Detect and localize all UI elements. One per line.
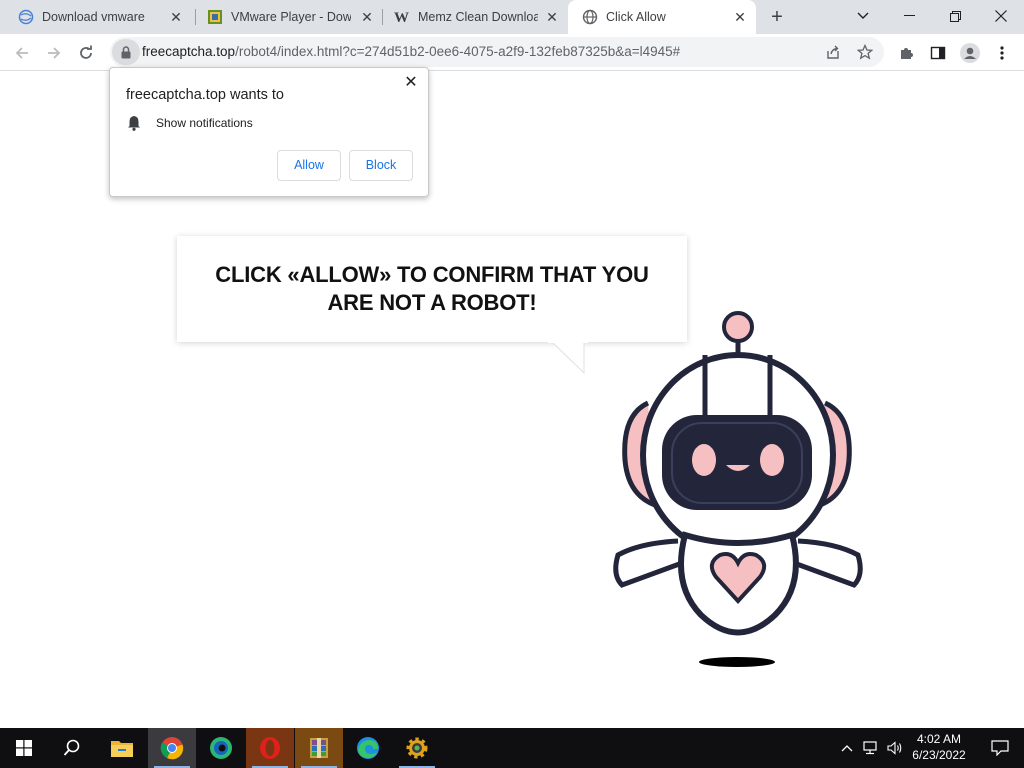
network-icon[interactable] (860, 728, 882, 768)
clock-date: 6/23/2022 (912, 748, 966, 762)
block-button[interactable]: Block (349, 150, 413, 181)
show-hidden-icons-chevron-icon[interactable] (836, 728, 858, 768)
tab-title: VMware Player - Downl (231, 10, 351, 24)
tab-memz-clean[interactable]: W Memz Clean Download ✕ (380, 0, 568, 34)
close-icon[interactable]: ✕ (402, 74, 420, 92)
side-panel-icon[interactable] (924, 39, 952, 67)
notification-center-icon[interactable] (976, 728, 1024, 768)
profile-avatar-icon[interactable] (956, 39, 984, 67)
vmware-icon (207, 9, 223, 25)
allow-button[interactable]: Allow (277, 150, 341, 181)
bookmark-star-icon[interactable] (852, 39, 878, 65)
url-text[interactable]: freecaptcha.top/robot4/index.html?c=274d… (142, 44, 680, 59)
reload-icon[interactable] (72, 39, 100, 67)
start-icon[interactable] (0, 728, 48, 768)
globe-swirl-icon (18, 9, 34, 25)
forward-arrow-icon[interactable] (40, 39, 68, 67)
svg-text:W: W (394, 10, 409, 25)
settings-gear-icon[interactable] (393, 728, 441, 768)
close-tab-icon[interactable]: ✕ (544, 9, 560, 25)
w-logo-icon: W (394, 9, 410, 25)
clock-time: 4:02 AM (916, 732, 962, 746)
system-clock[interactable]: 4:02 AM 6/23/2022 (906, 731, 972, 763)
close-tab-icon[interactable]: ✕ (359, 9, 375, 25)
tab-title: Memz Clean Download (418, 10, 538, 24)
tab-download-vmware[interactable]: Download vmware ✕ (4, 0, 192, 34)
minimize-icon[interactable] (886, 0, 932, 32)
tab-search-chevron-icon[interactable] (840, 0, 886, 32)
extensions-puzzle-icon[interactable] (892, 39, 920, 67)
tab-title: Download vmware (42, 10, 145, 24)
volume-icon[interactable] (884, 728, 906, 768)
url-host: freecaptcha.top (142, 44, 236, 59)
bell-icon (128, 116, 140, 131)
close-tab-icon[interactable]: ✕ (732, 9, 748, 25)
restore-icon[interactable] (932, 0, 978, 32)
taskbar: 4:02 AM 6/23/2022 (0, 728, 1024, 768)
new-tab-button[interactable]: + (765, 5, 789, 29)
opera-icon[interactable] (246, 728, 294, 768)
close-tab-icon[interactable]: ✕ (168, 9, 184, 25)
chrome-icon[interactable] (148, 728, 196, 768)
globe-icon (582, 9, 598, 25)
edge-icon[interactable] (344, 728, 392, 768)
search-icon[interactable] (48, 728, 96, 768)
permission-label: Show notifications (156, 116, 253, 130)
tab-vmware-player[interactable]: VMware Player - Downl ✕ (193, 0, 383, 34)
lock-icon[interactable] (112, 39, 140, 65)
close-window-icon[interactable] (978, 0, 1024, 32)
tab-strip: Download vmware ✕ VMware Player - Downl … (0, 0, 1024, 34)
winrar-icon[interactable] (295, 728, 343, 768)
browser-window: Download vmware ✕ VMware Player - Downl … (0, 0, 1024, 728)
tab-click-allow[interactable]: Click Allow ✕ (568, 0, 756, 34)
edge-dev-icon[interactable] (197, 728, 245, 768)
tab-title: Click Allow (606, 10, 666, 24)
notification-permission-prompt: freecaptcha.top wants to ✕ Show notifica… (109, 67, 429, 197)
address-bar[interactable]: freecaptcha.top/robot4/index.html?c=274d… (110, 37, 884, 67)
toolbar: freecaptcha.top/robot4/index.html?c=274d… (0, 34, 1024, 71)
file-explorer-icon[interactable] (98, 728, 146, 768)
menu-kebab-icon[interactable] (988, 39, 1016, 67)
prompt-title: freecaptcha.top wants to (126, 87, 284, 103)
headline: CLICK «ALLOW» TO CONFIRM THAT YOU ARE NO… (215, 262, 649, 315)
speech-bubble-tail (548, 340, 588, 375)
robot-illustration (613, 311, 863, 667)
share-icon[interactable] (820, 39, 846, 65)
back-arrow-icon[interactable] (8, 39, 36, 67)
url-path: /robot4/index.html?c=274d51b2-0ee6-4075-… (235, 44, 681, 59)
